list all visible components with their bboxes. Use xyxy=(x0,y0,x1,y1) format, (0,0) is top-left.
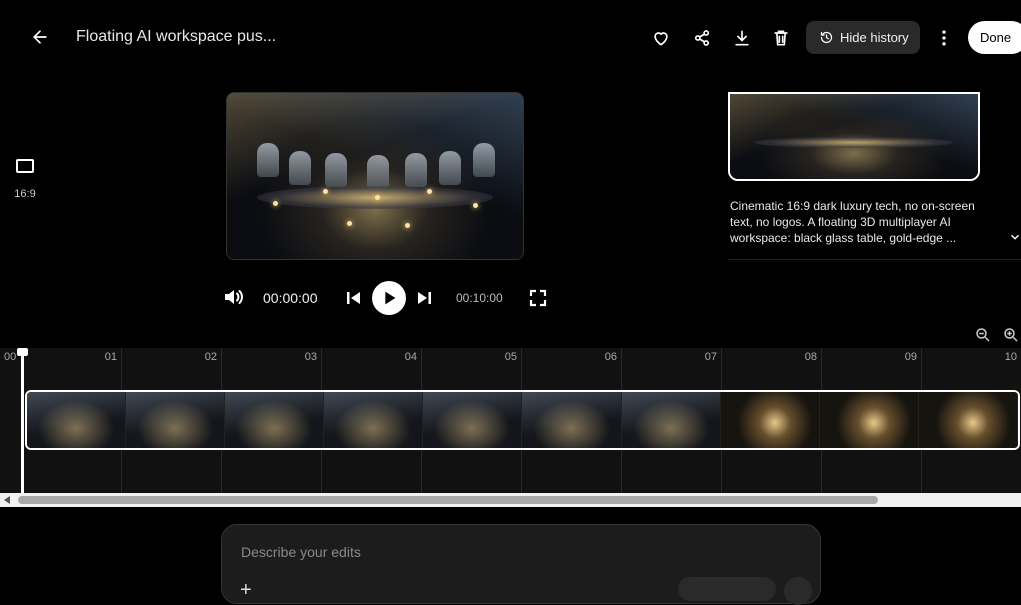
chevron-down-icon xyxy=(1010,234,1020,240)
duration: 00:10:00 xyxy=(456,291,503,305)
tick-label: 06 xyxy=(604,351,617,363)
clip-frame xyxy=(423,392,523,448)
back-button[interactable] xyxy=(22,19,58,55)
model-chip[interactable] xyxy=(678,577,776,601)
timeline[interactable]: 00 01 02 03 04 05 06 07 08 09 10 xyxy=(0,348,1021,493)
clip-frame xyxy=(720,392,820,448)
history-description: Cinematic 16:9 dark luxury tech, no on-s… xyxy=(730,199,975,245)
hide-history-label: Hide history xyxy=(840,30,909,45)
playhead[interactable] xyxy=(21,348,24,493)
clip-frame xyxy=(225,392,325,448)
current-time: 00:00:00 xyxy=(263,290,318,306)
edit-prompt-box: + xyxy=(221,524,821,605)
more-options-button[interactable] xyxy=(926,20,962,56)
done-button[interactable]: Done xyxy=(968,21,1021,54)
back-arrow-icon xyxy=(33,30,47,44)
zoom-out-button[interactable] xyxy=(974,326,992,344)
hide-history-button[interactable]: Hide history xyxy=(806,21,920,54)
expand-description-button[interactable] xyxy=(1008,230,1021,244)
fullscreen-button[interactable] xyxy=(526,286,550,310)
aspect-ratio-icon xyxy=(16,159,34,173)
divider xyxy=(728,259,1021,260)
zoom-out-icon xyxy=(976,328,990,342)
skip-next-button[interactable] xyxy=(413,286,437,310)
page-title: Floating AI workspace pus... xyxy=(76,28,277,45)
video-clip[interactable] xyxy=(25,390,1020,450)
add-button[interactable]: + xyxy=(240,579,252,602)
skip-previous-icon xyxy=(347,292,360,304)
skip-next-icon xyxy=(418,292,431,304)
tick-label: 00 xyxy=(4,351,17,363)
history-thumbnail[interactable] xyxy=(728,92,980,181)
clip-frame xyxy=(918,392,1018,448)
history-panel: Cinematic 16:9 dark luxury tech, no on-s… xyxy=(728,92,1021,260)
tick-label: 08 xyxy=(804,351,817,363)
delete-button[interactable] xyxy=(763,20,799,56)
history-thumbnail-image xyxy=(730,94,978,179)
tick-label: 02 xyxy=(204,351,217,363)
zoom-in-icon xyxy=(1004,328,1018,342)
volume-button[interactable] xyxy=(221,285,245,309)
clip-frame xyxy=(126,392,226,448)
scrollbar-thumb[interactable] xyxy=(18,496,878,504)
share-icon xyxy=(694,30,710,46)
tick-label: 10 xyxy=(1004,351,1017,363)
history-icon xyxy=(820,31,833,44)
play-button[interactable] xyxy=(372,281,406,315)
tick-label: 05 xyxy=(504,351,517,363)
send-button[interactable] xyxy=(784,577,812,605)
scroll-left-arrow-icon[interactable] xyxy=(4,496,10,504)
aspect-ratio-selector[interactable]: 16:9 xyxy=(12,155,38,200)
tick-label: 07 xyxy=(704,351,717,363)
heart-icon xyxy=(654,32,668,46)
clip-frame xyxy=(324,392,424,448)
clip-frame xyxy=(819,392,919,448)
favorite-button[interactable] xyxy=(643,20,679,56)
clip-frame xyxy=(621,392,721,448)
aspect-ratio-label: 16:9 xyxy=(14,188,36,200)
play-icon xyxy=(385,291,396,305)
video-preview[interactable] xyxy=(226,92,524,260)
share-button[interactable] xyxy=(684,20,720,56)
tick-label: 01 xyxy=(104,351,117,363)
volume-icon xyxy=(225,290,243,304)
trash-icon xyxy=(774,30,788,46)
clip-frame xyxy=(27,392,127,448)
fullscreen-icon xyxy=(529,289,547,307)
more-vert-icon xyxy=(942,30,946,46)
zoom-in-button[interactable] xyxy=(1002,326,1020,344)
download-button[interactable] xyxy=(724,20,760,56)
timeline-scrollbar[interactable] xyxy=(0,493,1021,507)
skip-previous-button[interactable] xyxy=(341,286,365,310)
tick-label: 03 xyxy=(304,351,317,363)
edit-prompt-input[interactable] xyxy=(239,543,683,561)
tick-label: 04 xyxy=(404,351,417,363)
download-icon xyxy=(735,30,749,46)
video-frame-image xyxy=(227,93,523,259)
playhead-handle[interactable] xyxy=(17,348,28,356)
tick-label: 09 xyxy=(904,351,917,363)
clip-frame xyxy=(522,392,622,448)
